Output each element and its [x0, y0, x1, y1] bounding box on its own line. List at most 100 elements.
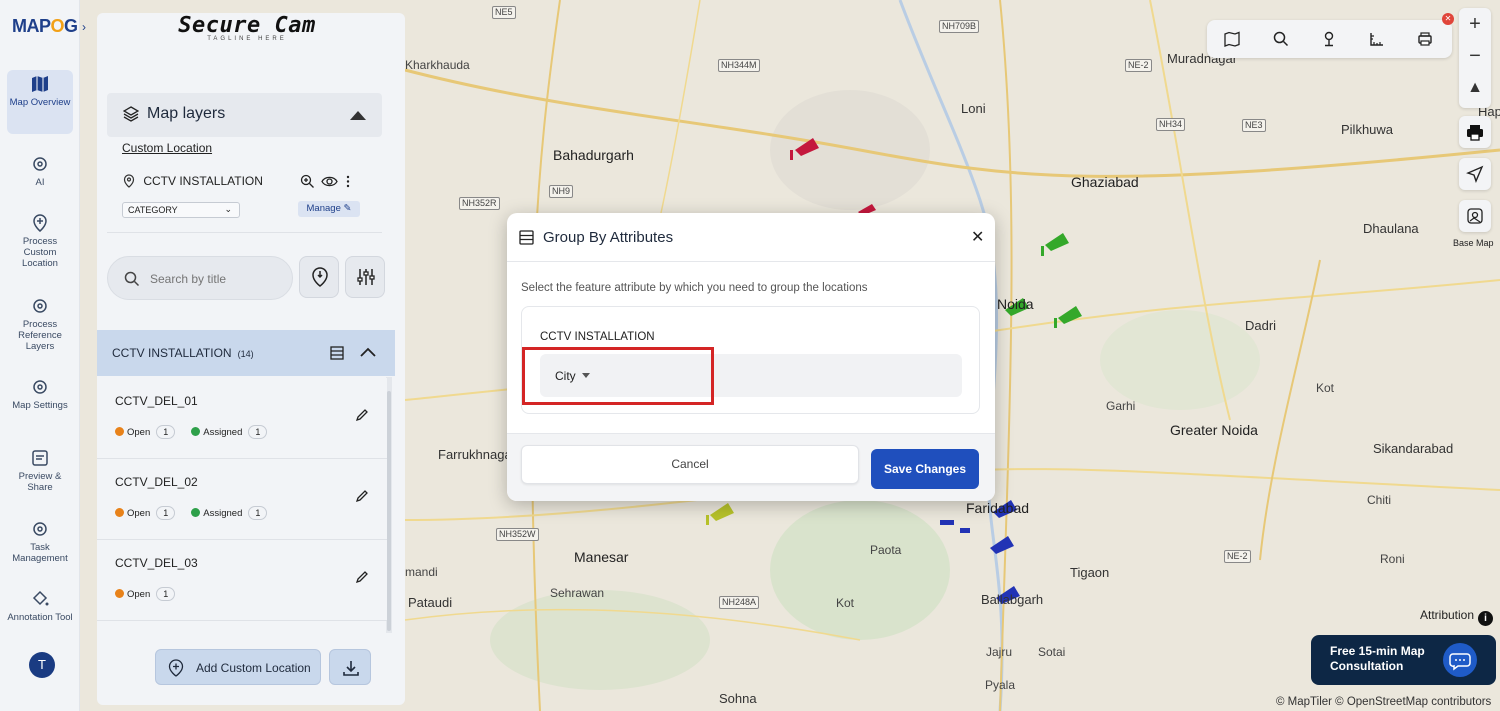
print-map-button[interactable]: [1459, 116, 1491, 148]
consult-line-2: Consultation: [1330, 659, 1404, 673]
attribution-label: Attribution: [1420, 608, 1475, 622]
layer-panel: Secure Cam TAGLINE HERE Map layers Custo…: [97, 13, 405, 705]
search-icon: [124, 271, 140, 287]
group-count: (14): [237, 349, 254, 359]
preview-icon: [32, 450, 48, 466]
status-dot: [115, 507, 124, 517]
manage-icon: ✎: [343, 203, 352, 214]
location-list: CCTV_DEL_01 Open 1 Assigned 1 CCTV_DEL_0…: [97, 378, 389, 630]
highlight-annotation: [522, 347, 714, 405]
zoom-to-layer-icon[interactable]: [300, 174, 315, 189]
compass-button[interactable]: ▲: [1459, 72, 1491, 104]
group-by-icon[interactable]: [330, 346, 344, 360]
attribution-button[interactable]: Attribution i: [1420, 608, 1494, 626]
group-title: CCTV INSTALLATION (14): [112, 346, 254, 360]
status-label: Open: [127, 588, 151, 600]
print-icon[interactable]: [1417, 31, 1433, 47]
nav-task-management[interactable]: Task Management: [7, 515, 73, 564]
nav-annotation-tool[interactable]: Annotation Tool: [7, 585, 73, 623]
info-icon: i: [1478, 611, 1494, 626]
status-dot: [115, 426, 124, 436]
nav-map-settings[interactable]: Map Settings: [7, 373, 73, 411]
location-pin-icon: [123, 174, 135, 188]
user-avatar[interactable]: T: [29, 652, 55, 678]
chat-bubble-icon: [1449, 653, 1471, 671]
manage-label: Manage: [306, 203, 341, 214]
edit-pencil-icon[interactable]: [355, 570, 369, 584]
mapog-logo: MAPOG: [12, 16, 78, 36]
zoom-out-button[interactable]: −: [1459, 40, 1491, 72]
status-count: 1: [156, 506, 176, 520]
close-icon[interactable]: ✕: [971, 227, 984, 247]
map-toolbar: [1207, 20, 1452, 58]
search-icon[interactable]: [1273, 31, 1289, 47]
download-icon: [343, 661, 359, 676]
map-layers-title: Map layers: [147, 105, 226, 122]
search-box[interactable]: [107, 256, 293, 300]
nav-ai[interactable]: AI: [7, 150, 73, 188]
location-name: CCTV_DEL_03: [115, 556, 198, 570]
modal-title: Group By Attributes: [543, 229, 674, 246]
consultation-widget[interactable]: Free 15-min Map Consultation: [1311, 635, 1496, 685]
filter-settings-button[interactable]: [345, 256, 385, 298]
nav-map-overview[interactable]: Map Overview: [7, 70, 73, 134]
printer-icon: [1467, 125, 1483, 141]
collapse-triangle-icon[interactable]: [350, 111, 366, 120]
base-map-label: Base Map: [1453, 238, 1494, 248]
zoom-in-button[interactable]: +: [1459, 8, 1491, 40]
gear-icon: [33, 299, 47, 313]
status-dot: [191, 426, 201, 436]
custom-location-link[interactable]: Custom Location: [122, 141, 212, 155]
layers-icon: [123, 106, 139, 122]
measure-icon[interactable]: [1369, 31, 1385, 47]
cancel-button[interactable]: Cancel: [521, 445, 859, 484]
navigate-button[interactable]: [1459, 158, 1491, 190]
modal-header: Group By Attributes ✕: [507, 213, 995, 262]
map-layers-header[interactable]: Map layers: [107, 93, 382, 137]
chevron-up-icon[interactable]: [359, 345, 377, 359]
list-item[interactable]: CCTV_DEL_02 Open 1 Assigned 1: [97, 459, 387, 540]
map-view-icon[interactable]: [1224, 31, 1240, 47]
status-assigned: Assigned: [191, 507, 242, 519]
close-toolbar-icon[interactable]: ✕: [1442, 13, 1454, 25]
location-plus-icon: [33, 214, 47, 232]
consult-line-1: Free 15-min Map: [1330, 644, 1425, 658]
more-options-icon[interactable]: [344, 174, 352, 189]
edit-pencil-icon[interactable]: [355, 489, 369, 503]
add-custom-location-button[interactable]: Add Custom Location: [155, 649, 321, 685]
layer-name: CCTV INSTALLATION: [143, 174, 263, 188]
location-filter-button[interactable]: [299, 256, 339, 298]
status-row: Open 1: [115, 587, 185, 601]
nav-process-reference-layers[interactable]: Process Reference Layers: [7, 292, 73, 352]
status-count: 1: [156, 587, 176, 601]
chat-icon[interactable]: [1443, 643, 1477, 677]
save-changes-button[interactable]: Save Changes: [871, 449, 979, 489]
location-marker-icon[interactable]: [1321, 31, 1337, 47]
download-button[interactable]: [329, 649, 371, 685]
zoom-controls: + − ▲: [1459, 8, 1491, 108]
category-select[interactable]: CATEGORY ⌄: [122, 202, 240, 218]
nav-process-custom-location[interactable]: Process Custom Location: [7, 209, 73, 269]
status-count: 1: [248, 506, 268, 520]
location-filter-icon: [312, 267, 328, 287]
collapse-panel-icon[interactable]: ›: [82, 20, 96, 38]
list-item[interactable]: CCTV_DEL_03 Open 1: [97, 540, 387, 621]
list-item[interactable]: CCTV_DEL_01 Open 1 Assigned 1: [97, 378, 387, 459]
base-map-button[interactable]: [1459, 200, 1491, 232]
location-name: CCTV_DEL_01: [115, 394, 198, 408]
modal-description: Select the feature attribute by which yo…: [521, 282, 868, 294]
base-map-icon: [1467, 208, 1483, 224]
group-header[interactable]: CCTV INSTALLATION (14): [97, 330, 395, 376]
search-input[interactable]: [150, 267, 280, 291]
location-name: CCTV_DEL_02: [115, 475, 198, 489]
add-custom-location-label: Add Custom Location: [196, 661, 311, 675]
eye-icon[interactable]: [321, 174, 338, 189]
status-row: Open 1 Assigned 1: [115, 425, 277, 439]
layer-row[interactable]: CCTV INSTALLATION: [122, 174, 263, 188]
gear-icon: [33, 380, 47, 394]
divider: [107, 232, 382, 233]
manage-button[interactable]: Manage ✎: [298, 201, 360, 217]
status-label: Open: [127, 507, 151, 519]
edit-pencil-icon[interactable]: [355, 408, 369, 422]
nav-preview-share[interactable]: Preview & Share: [7, 444, 73, 493]
